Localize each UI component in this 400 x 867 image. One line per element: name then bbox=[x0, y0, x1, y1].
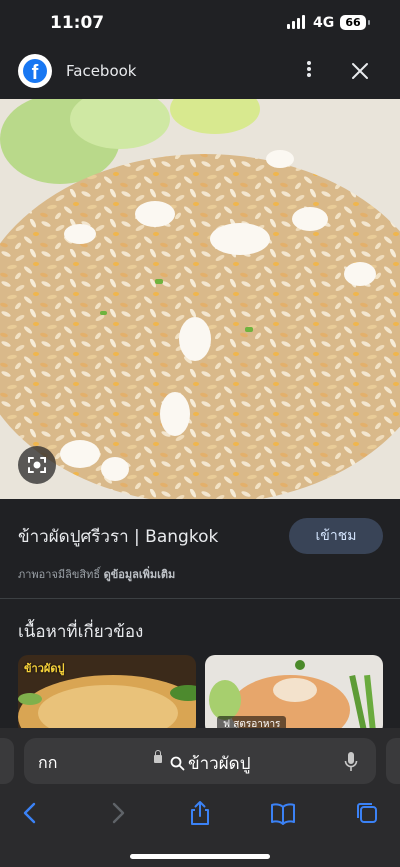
source-header: f Facebook bbox=[0, 46, 400, 98]
next-tab-preview[interactable] bbox=[386, 738, 400, 784]
related-heading: เนื้อหาที่เกี่ยวข้อง bbox=[18, 622, 144, 642]
network-type: 4G bbox=[313, 15, 335, 31]
visit-button[interactable]: เข้าชม bbox=[289, 518, 383, 554]
back-icon[interactable] bbox=[18, 800, 44, 826]
divider bbox=[0, 598, 400, 599]
lock-icon bbox=[154, 750, 162, 763]
address-bar[interactable]: กก ข้าวผัดปู bbox=[24, 738, 376, 784]
forward-icon[interactable] bbox=[104, 800, 130, 826]
more-info-link[interactable]: ดูข้อมูลเพิ่มเติม bbox=[104, 568, 176, 581]
related-overlay-text: ข้าวผัดปู bbox=[24, 662, 65, 675]
status-time: 11:07 bbox=[50, 13, 105, 33]
cellular-signal-icon bbox=[287, 15, 305, 29]
previous-tab-preview[interactable] bbox=[0, 738, 14, 784]
bookmarks-icon[interactable] bbox=[270, 800, 296, 826]
more-vert-icon[interactable] bbox=[299, 59, 319, 81]
share-icon[interactable] bbox=[187, 800, 213, 826]
home-indicator[interactable] bbox=[130, 854, 270, 859]
copyright-text: ภาพอาจมีลิขสิทธิ์ bbox=[18, 568, 101, 581]
result-title[interactable]: ข้าวผัดปูศรีวรา | Bangkok bbox=[18, 523, 218, 550]
copyright-notice: ภาพอาจมีลิขสิทธิ์ ดูข้อมูลเพิ่มเติม bbox=[18, 565, 175, 583]
search-query-text: ข้าวผัดปู bbox=[188, 754, 251, 774]
result-image[interactable] bbox=[0, 99, 400, 499]
google-lens-icon[interactable] bbox=[18, 446, 56, 484]
facebook-logo-icon: f bbox=[18, 54, 52, 88]
page-settings-button[interactable]: กก bbox=[38, 751, 57, 776]
address-query[interactable]: ข้าวผัดปู bbox=[170, 750, 251, 777]
battery-icon: 66 bbox=[340, 15, 370, 30]
source-name: Facebook bbox=[66, 62, 137, 80]
search-icon bbox=[170, 756, 185, 771]
microphone-icon[interactable] bbox=[344, 751, 358, 773]
related-item[interactable]: ฟู สูตรอาหาร bbox=[205, 655, 383, 735]
related-item[interactable]: ข้าวผัดปู bbox=[18, 655, 196, 735]
tabs-icon[interactable] bbox=[354, 800, 380, 826]
result-info: ข้าวผัดปูศรีวรา | Bangkok เข้าชม ภาพอาจม… bbox=[0, 499, 400, 599]
browser-toolbar: กก ข้าวผัดปู bbox=[0, 728, 400, 867]
close-icon[interactable] bbox=[349, 60, 371, 82]
status-bar: 11:07 4G 66 bbox=[0, 0, 400, 46]
